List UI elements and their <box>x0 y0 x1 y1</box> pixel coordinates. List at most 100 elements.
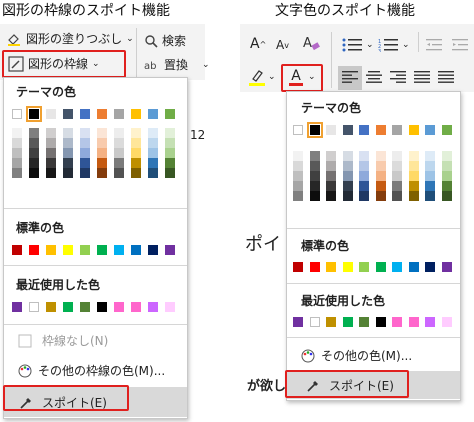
color-swatch[interactable] <box>29 168 39 178</box>
color-swatch[interactable] <box>131 148 141 158</box>
color-swatch[interactable] <box>165 138 175 148</box>
color-swatch[interactable] <box>408 151 419 161</box>
numbering-button[interactable]: 1 2 3 ⌄ <box>378 38 410 52</box>
color-swatch[interactable] <box>29 138 39 148</box>
color-swatch[interactable] <box>441 171 452 181</box>
color-swatch[interactable] <box>114 148 124 158</box>
color-swatch[interactable] <box>359 161 369 171</box>
color-swatch[interactable] <box>375 151 386 161</box>
color-swatch[interactable] <box>12 302 22 312</box>
color-swatch[interactable] <box>148 109 158 119</box>
color-swatch[interactable] <box>342 161 353 171</box>
color-swatch[interactable] <box>114 128 124 138</box>
color-swatch[interactable] <box>326 171 336 181</box>
color-swatch[interactable] <box>165 302 175 312</box>
color-swatch[interactable] <box>326 161 336 171</box>
color-swatch[interactable] <box>114 158 124 168</box>
color-swatch[interactable] <box>131 109 141 119</box>
color-swatch[interactable] <box>441 161 452 171</box>
increase-indent-button[interactable] <box>452 38 470 52</box>
color-swatch[interactable] <box>29 148 39 158</box>
color-swatch[interactable] <box>12 168 22 178</box>
color-swatch[interactable] <box>293 171 303 181</box>
color-swatch[interactable] <box>441 151 452 161</box>
color-swatch[interactable] <box>148 168 158 178</box>
color-swatch[interactable] <box>97 138 107 148</box>
color-swatch[interactable] <box>425 151 435 161</box>
color-swatch[interactable] <box>46 128 56 138</box>
color-swatch[interactable] <box>114 302 124 312</box>
color-swatch[interactable] <box>63 245 73 255</box>
color-swatch[interactable] <box>309 171 320 181</box>
color-swatch[interactable] <box>46 109 56 119</box>
color-swatch[interactable] <box>425 181 435 191</box>
color-swatch[interactable] <box>97 302 107 312</box>
color-swatch[interactable] <box>29 245 39 255</box>
color-swatch[interactable] <box>326 317 336 327</box>
color-swatch[interactable] <box>131 128 141 138</box>
more-outline-colors-item[interactable]: その他の枠線の色(M)... <box>18 362 165 379</box>
color-swatch[interactable] <box>375 171 386 181</box>
replace-button[interactable]: ab 置換 ⌄ <box>144 56 210 73</box>
color-swatch[interactable] <box>326 125 336 135</box>
color-swatch[interactable] <box>342 181 353 191</box>
color-swatch[interactable] <box>12 158 22 168</box>
color-swatch[interactable] <box>408 317 419 327</box>
color-swatch[interactable] <box>114 109 124 119</box>
color-swatch[interactable] <box>375 317 386 327</box>
color-swatch[interactable] <box>12 138 22 148</box>
color-swatch[interactable] <box>359 151 369 161</box>
color-swatch[interactable] <box>392 181 402 191</box>
color-swatch[interactable] <box>46 302 56 312</box>
color-swatch[interactable] <box>12 148 22 158</box>
color-swatch[interactable] <box>359 262 369 272</box>
color-swatch[interactable] <box>408 125 419 135</box>
align-left-icon[interactable] <box>342 70 358 84</box>
color-swatch[interactable] <box>97 158 107 168</box>
more-colors-item[interactable]: その他の色(M)... <box>301 347 412 364</box>
color-swatch[interactable] <box>46 245 56 255</box>
color-swatch[interactable] <box>80 245 90 255</box>
color-swatch[interactable] <box>293 151 303 161</box>
color-swatch[interactable] <box>425 171 435 181</box>
color-swatch[interactable] <box>441 317 452 327</box>
color-swatch[interactable] <box>326 262 336 272</box>
color-swatch[interactable] <box>293 262 303 272</box>
align-right-icon[interactable] <box>390 70 406 84</box>
color-swatch[interactable] <box>63 109 73 119</box>
color-swatch[interactable] <box>29 302 39 312</box>
bullets-button[interactable]: ⌄ <box>342 38 374 52</box>
color-swatch[interactable] <box>80 109 90 119</box>
color-swatch[interactable] <box>392 262 402 272</box>
color-swatch[interactable] <box>46 148 56 158</box>
color-swatch[interactable] <box>326 191 336 201</box>
color-swatch[interactable] <box>29 128 39 138</box>
color-swatch[interactable] <box>80 168 90 178</box>
color-swatch[interactable] <box>342 191 353 201</box>
color-swatch[interactable] <box>148 148 158 158</box>
color-swatch[interactable] <box>114 138 124 148</box>
color-swatch[interactable] <box>441 191 452 201</box>
color-swatch[interactable] <box>425 191 435 201</box>
color-swatch[interactable] <box>309 317 320 327</box>
color-swatch[interactable] <box>293 317 303 327</box>
color-swatch[interactable] <box>309 151 320 161</box>
align-justify-icon[interactable] <box>414 70 430 84</box>
color-swatch[interactable] <box>293 181 303 191</box>
color-swatch[interactable] <box>359 181 369 191</box>
color-swatch[interactable] <box>131 245 141 255</box>
color-swatch[interactable] <box>309 191 320 201</box>
color-swatch[interactable] <box>12 109 22 119</box>
color-swatch[interactable] <box>165 128 175 138</box>
clear-format-button[interactable]: A <box>302 34 320 52</box>
color-swatch[interactable] <box>80 302 90 312</box>
color-swatch[interactable] <box>80 128 90 138</box>
color-swatch[interactable] <box>12 128 22 138</box>
color-swatch[interactable] <box>148 158 158 168</box>
color-swatch[interactable] <box>293 191 303 201</box>
color-swatch[interactable] <box>441 262 452 272</box>
color-swatch[interactable] <box>97 109 107 119</box>
color-swatch[interactable] <box>63 148 73 158</box>
color-swatch[interactable] <box>26 106 42 122</box>
color-swatch[interactable] <box>148 138 158 148</box>
